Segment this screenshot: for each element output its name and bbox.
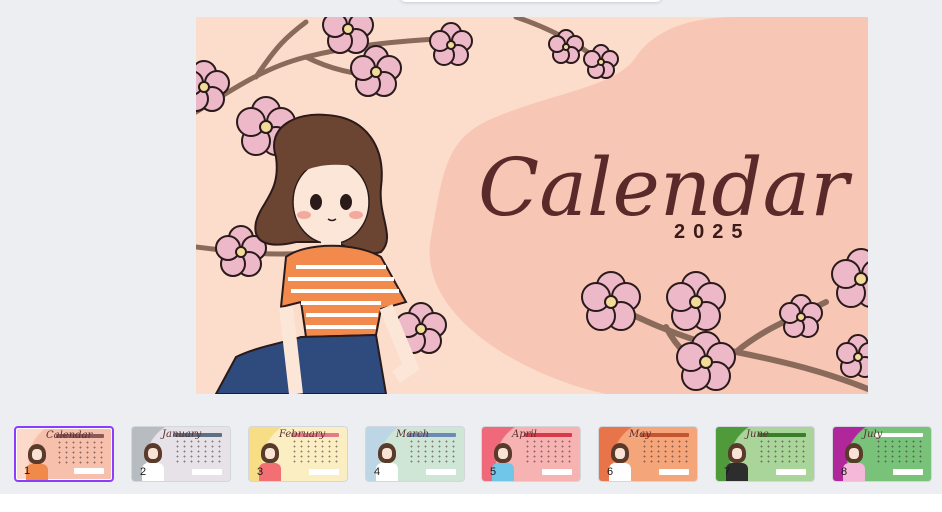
thumbnail-title: January	[162, 429, 202, 440]
thumbnail-number: 5	[490, 466, 497, 478]
slide-artwork: Calendar 2025	[196, 17, 868, 394]
thumbnail-page-8[interactable]: July 8	[832, 426, 932, 482]
thumbnail-title: June	[746, 429, 769, 440]
thumbnail-title: March	[396, 429, 430, 440]
page-thumbnail-strip: Calendar 1 January 2 February 3 March 4 …	[0, 418, 942, 494]
thumbnail-page-4[interactable]: March 4	[365, 426, 465, 482]
slide-title[interactable]: Calendar	[478, 141, 853, 234]
thumbnail-page-6[interactable]: May 6	[598, 426, 698, 482]
slide-canvas[interactable]: Calendar 2025	[196, 17, 868, 394]
thumbnail-page-3[interactable]: February 3	[248, 426, 348, 482]
slide-year[interactable]: 2025	[674, 221, 751, 243]
thumbnail-title: July	[863, 429, 883, 440]
thumbnail-number: 1	[24, 465, 31, 477]
thumbnail-title: April	[512, 429, 537, 440]
thumbnail-page-7[interactable]: June 7	[715, 426, 815, 482]
bottom-bar	[0, 494, 942, 512]
thumbnail-title: May	[629, 429, 651, 440]
top-toolbar-pill[interactable]	[400, 0, 662, 2]
thumbnail-page-1[interactable]: Calendar 1	[14, 426, 114, 482]
thumbnail-number: 3	[257, 466, 264, 478]
thumbnail-number: 4	[374, 466, 381, 478]
thumbnail-title: February	[279, 429, 326, 440]
thumbnail-page-2[interactable]: January 2	[131, 426, 231, 482]
thumbnail-number: 7	[724, 466, 731, 478]
thumbnail-number: 2	[140, 466, 147, 478]
thumbnail-title: Calendar	[46, 430, 93, 441]
thumbnail-number: 6	[607, 466, 614, 478]
thumbnail-page-5[interactable]: April 5	[481, 426, 581, 482]
thumbnail-number: 8	[841, 466, 848, 478]
